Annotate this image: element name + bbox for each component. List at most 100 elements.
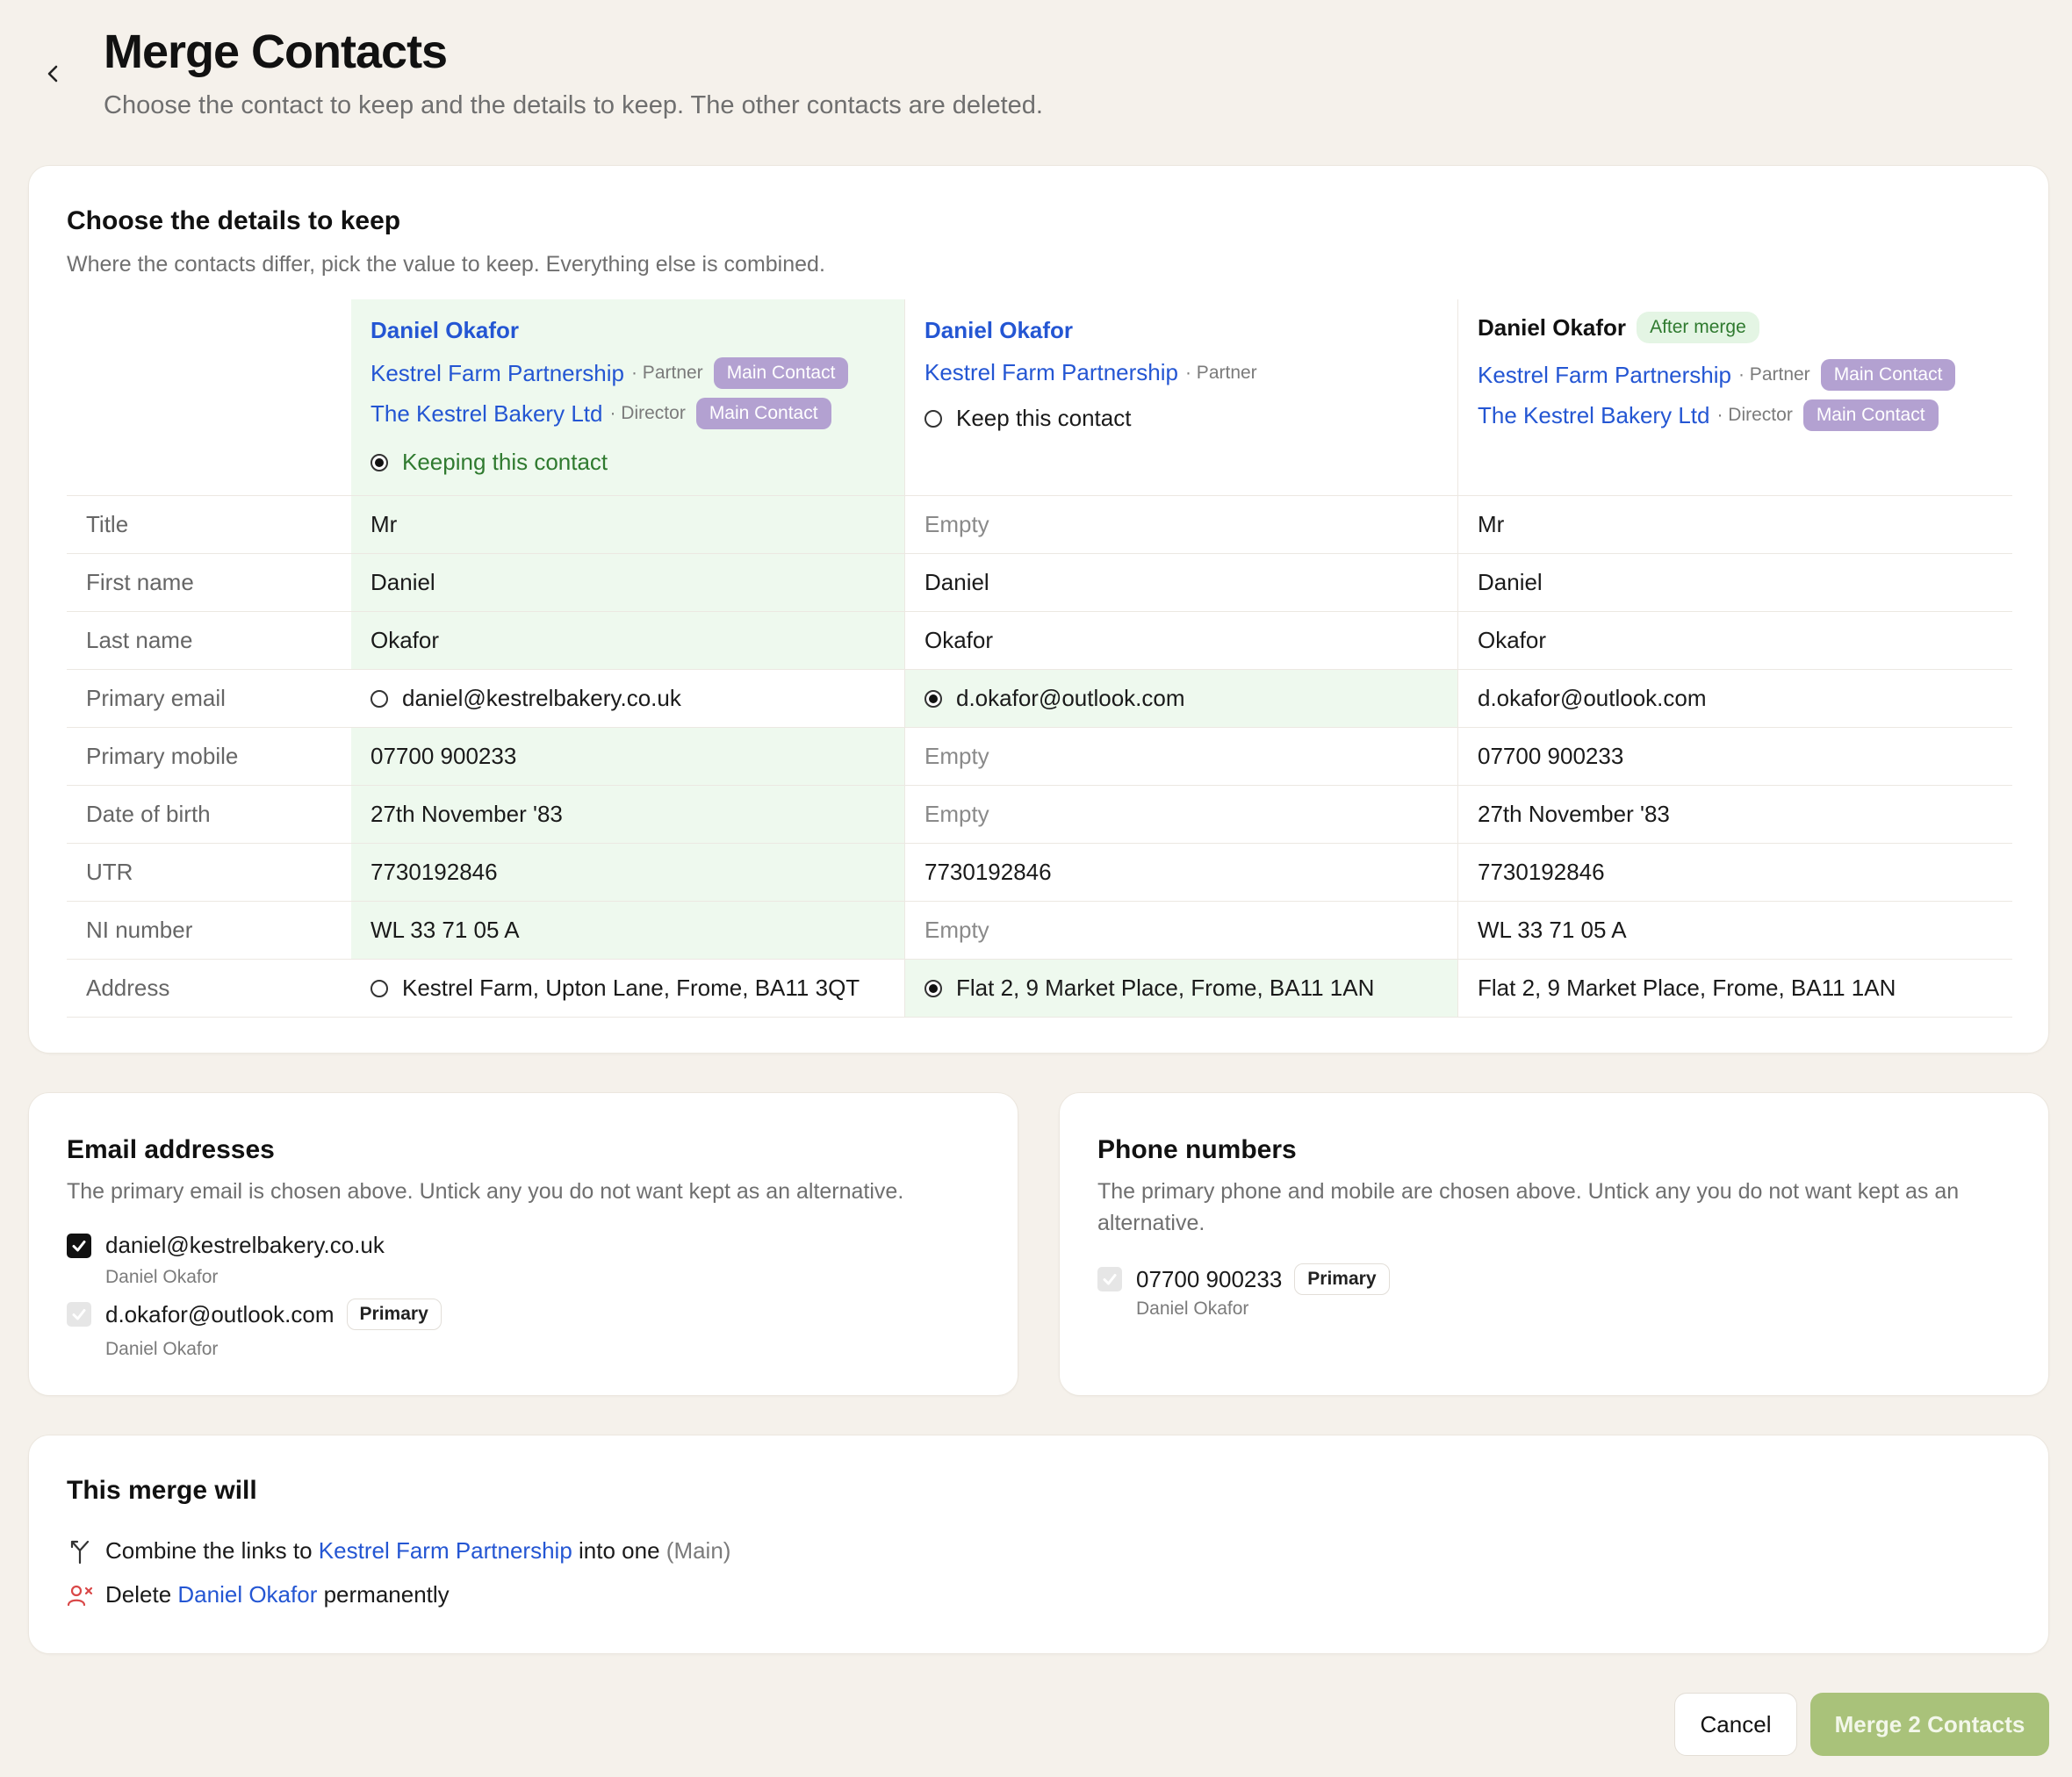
combine-note: (Main) [665,1537,731,1564]
value-result: Flat 2, 9 Market Place, Frome, BA11 1AN [1457,960,2012,1017]
row-label: UTR [86,859,133,885]
main-contact-tag: Main Contact [1820,359,1956,391]
value-result: d.okafor@outlook.com [1457,670,2012,727]
contact-column-b: Daniel Okafor Kestrel Farm Partnership ·… [904,299,1457,495]
value-b: Okafor [904,612,1457,669]
value-result: Okafor [1457,612,2012,669]
details-card: Choose the details to keep Where the con… [28,165,2049,1054]
value-a: 07700 900233 [351,728,904,785]
contact-a-link-2: The Kestrel Bakery Ltd · Director Main C… [371,398,831,429]
value-a: 27th November '83 [351,786,904,843]
page-title: Merge Contacts [104,25,448,78]
combine-suffix: into one [579,1537,660,1564]
keep-contact-a-radio[interactable]: Keeping this contact [371,449,608,476]
delete-contact-link[interactable]: Daniel Okafor [177,1581,317,1608]
email-option: d.okafor@outlook.com Primary [67,1299,442,1330]
role-text: · Director [1716,405,1793,425]
value-result: Mr [1457,496,2012,553]
option-a-radio[interactable]: daniel@kestrelbakery.co.uk [351,670,904,727]
details-title: Choose the details to keep [67,206,401,235]
value-a: Daniel [351,554,904,611]
radio-unselected-icon [371,689,388,708]
email-option: daniel@kestrelbakery.co.uk [67,1232,385,1259]
radio-unselected-icon [924,409,942,428]
value-a: 7730192846 [351,844,904,901]
cancel-button[interactable]: Cancel [1674,1693,1797,1756]
row-label: Last name [86,627,193,653]
primary-tag: Primary [1294,1263,1390,1295]
option-a-radio[interactable]: Kestrel Farm, Upton Lane, Frome, BA11 3Q… [351,960,904,1017]
back-button[interactable] [39,56,67,91]
org-link[interactable]: Kestrel Farm Partnership [1478,362,1731,389]
checkmark-icon [72,1309,86,1320]
role-text: · Partner [630,363,703,383]
value-result: Daniel [1457,554,2012,611]
merge-summary-card: This merge will Combine the links to Kes… [28,1435,2049,1654]
org-link[interactable]: Kestrel Farm Partnership [924,359,1178,386]
phone-owner: Daniel Okafor [1136,1299,1249,1319]
after-merge-badge: After merge [1637,312,1759,343]
phone-number: 07700 900233 [1136,1265,1283,1292]
value-result: 07700 900233 [1457,728,2012,785]
table-row: Primary mobile 07700 900233 Empty 07700 … [67,728,2012,786]
option-b-radio[interactable]: Flat 2, 9 Market Place, Frome, BA11 1AN [904,960,1457,1017]
phone-card-subtitle-line-2: alternative. [1097,1211,1205,1235]
value-b: Empty [904,902,1457,959]
value-b: Empty [904,728,1457,785]
checkmark-icon [72,1240,86,1251]
email-checkbox-disabled[interactable] [67,1302,91,1327]
email-address: d.okafor@outlook.com [105,1300,335,1327]
merge-summary-delete: Delete Daniel Okafor permanently [67,1581,450,1608]
keep-contact-a-label: Keeping this contact [402,449,608,475]
option-b-radio[interactable]: d.okafor@outlook.com [904,670,1457,727]
table-row: Last name Okafor Okafor Okafor [67,612,2012,670]
contact-b-link-1: Kestrel Farm Partnership · Partner [924,359,1257,386]
merge-icon [67,1538,93,1565]
merge-summary-combine: Combine the links to Kestrel Farm Partne… [67,1537,730,1565]
contact-column-a: Daniel Okafor Kestrel Farm Partnership ·… [351,299,904,495]
value-a: WL 33 71 05 A [351,902,904,959]
email-card-subtitle: The primary email is chosen above. Untic… [67,1179,904,1204]
phone-card-title: Phone numbers [1097,1135,1297,1164]
email-owner: Daniel Okafor [105,1339,219,1359]
role-text: · Partner [1184,362,1257,383]
result-name-line: Daniel Okafor After merge [1478,312,1759,343]
delete-suffix: permanently [323,1581,450,1608]
combine-org-link[interactable]: Kestrel Farm Partnership [319,1537,572,1565]
delete-user-icon [67,1582,93,1608]
value-b: Empty [904,496,1457,553]
table-row: First name Daniel Daniel Daniel [67,554,2012,612]
contact-b-name[interactable]: Daniel Okafor [924,317,1073,344]
email-checkbox[interactable] [67,1233,91,1258]
keep-contact-b-radio[interactable]: Keep this contact [924,405,1131,432]
value-result: 27th November '83 [1457,786,2012,843]
phone-option: 07700 900233 Primary [1097,1263,1390,1295]
contact-a-link-1: Kestrel Farm Partnership · Partner Main … [371,357,849,389]
email-owner: Daniel Okafor [105,1267,219,1287]
details-subtitle: Where the contacts differ, pick the valu… [67,252,825,277]
contact-a-name[interactable]: Daniel Okafor [371,317,519,344]
row-label: Address [86,975,170,1001]
page-header: Merge Contacts Choose the contact to kee… [0,0,2072,158]
header-label-column [67,299,351,495]
value-b: Empty [904,786,1457,843]
row-label: Date of birth [86,801,211,827]
compare-table: Daniel Okafor Kestrel Farm Partnership ·… [67,299,2012,1018]
value-b: Daniel [904,554,1457,611]
checkmark-icon [1103,1274,1117,1285]
table-row: Date of birth 27th November '83 Empty 27… [67,786,2012,844]
phone-checkbox-disabled[interactable] [1097,1267,1122,1291]
primary-tag: Primary [346,1299,442,1330]
merge-contacts-button[interactable]: Merge 2 Contacts [1810,1693,2049,1756]
phone-numbers-card: Phone numbers The primary phone and mobi… [1059,1092,2049,1396]
table-row: Address Kestrel Farm, Upton Lane, Frome,… [67,960,2012,1018]
radio-selected-icon [371,453,388,471]
row-label: NI number [86,917,193,943]
org-link[interactable]: The Kestrel Bakery Ltd [371,400,602,428]
org-link[interactable]: The Kestrel Bakery Ltd [1478,402,1709,429]
compare-table-header: Daniel Okafor Kestrel Farm Partnership ·… [67,299,2012,496]
org-link[interactable]: Kestrel Farm Partnership [371,360,624,387]
row-label: Primary mobile [86,743,239,769]
main-contact-tag: Main Contact [713,357,849,389]
keep-contact-b-label: Keep this contact [956,405,1132,431]
